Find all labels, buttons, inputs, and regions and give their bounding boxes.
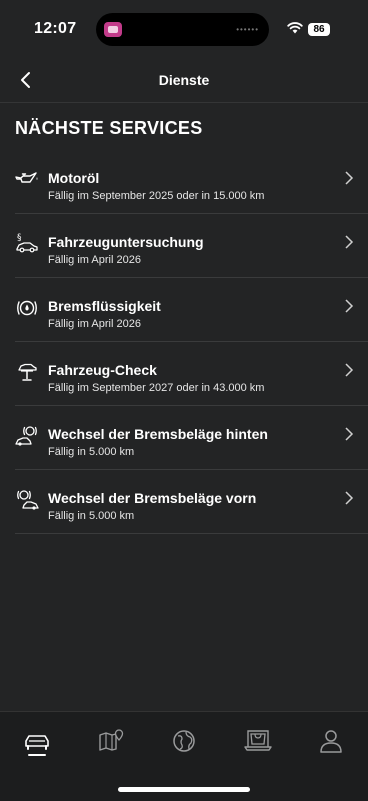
service-due: Fällig im September 2025 oder in 15.000 … (48, 190, 265, 202)
status-time: 12:07 (34, 20, 77, 37)
brake-fluid-icon (17, 300, 37, 316)
front-brake-pads-icon (17, 490, 39, 510)
tab-shop[interactable] (243, 726, 273, 756)
service-title: Bremsflüssigkeit (48, 298, 161, 314)
chevron-right-icon (345, 171, 354, 185)
dynamic-island: •••••• (96, 13, 269, 46)
service-title: Wechsel der Bremsbeläge vorn (48, 490, 257, 506)
island-activity-icon: •••••• (236, 25, 259, 34)
tab-profile[interactable] (316, 726, 346, 756)
active-tab-indicator (28, 754, 46, 756)
chevron-right-icon (345, 427, 354, 441)
svg-text:§: § (17, 233, 22, 243)
service-due: Fällig im September 2027 oder in 43.000 … (48, 382, 265, 394)
tab-globe[interactable] (169, 726, 199, 756)
chevron-right-icon (345, 299, 354, 313)
page-title: Dienste (158, 72, 210, 88)
car-lift-icon (18, 363, 37, 381)
service-title: Fahrzeuguntersuchung (48, 234, 204, 250)
service-due: Fällig in 5.000 km (48, 510, 135, 522)
tab-car[interactable] (22, 726, 52, 756)
navigation-bar: Dienste (0, 60, 368, 103)
service-row-bremsfluessigkeit[interactable]: Bremsflüssigkeit Fällig im April 2026 (15, 278, 368, 342)
tab-map[interactable] (96, 726, 126, 756)
service-row-fahrzeuguntersuchung[interactable]: § Fahrzeuguntersuchung Fällig im April 2… (15, 214, 368, 278)
service-row-bremsbelaege-hinten[interactable]: Wechsel der Bremsbeläge hinten Fällig in… (15, 406, 368, 470)
service-row-motoroel[interactable]: Motoröl Fällig im September 2025 oder in… (15, 150, 368, 214)
service-row-bremsbelaege-vorn[interactable]: Wechsel der Bremsbeläge vorn Fällig in 5… (15, 470, 368, 534)
service-title: Motoröl (48, 170, 100, 186)
service-due: Fällig im April 2026 (48, 254, 141, 266)
service-due: Fällig in 5.000 km (48, 446, 135, 458)
home-indicator[interactable] (118, 787, 250, 792)
oil-can-icon (15, 172, 38, 183)
rear-brake-pads-icon (15, 426, 37, 446)
service-title: Wechsel der Bremsbeläge hinten (48, 426, 268, 442)
chevron-right-icon (345, 491, 354, 505)
service-row-fahrzeug-check[interactable]: Fahrzeug-Check Fällig im September 2027 … (15, 342, 368, 406)
service-list: Motoröl Fällig im September 2025 oder in… (0, 150, 368, 534)
service-title: Fahrzeug-Check (48, 362, 157, 378)
now-playing-app-icon (104, 22, 122, 37)
section-title: NÄCHSTE SERVICES (15, 118, 203, 138)
vehicle-inspection-icon: § (16, 233, 38, 253)
battery-indicator: 86 (308, 23, 330, 36)
chevron-right-icon (345, 363, 354, 377)
service-due: Fällig im April 2026 (48, 318, 141, 330)
status-bar: 12:07 •••••• 86 (0, 0, 368, 60)
wifi-icon (287, 22, 303, 34)
chevron-right-icon (345, 235, 354, 249)
